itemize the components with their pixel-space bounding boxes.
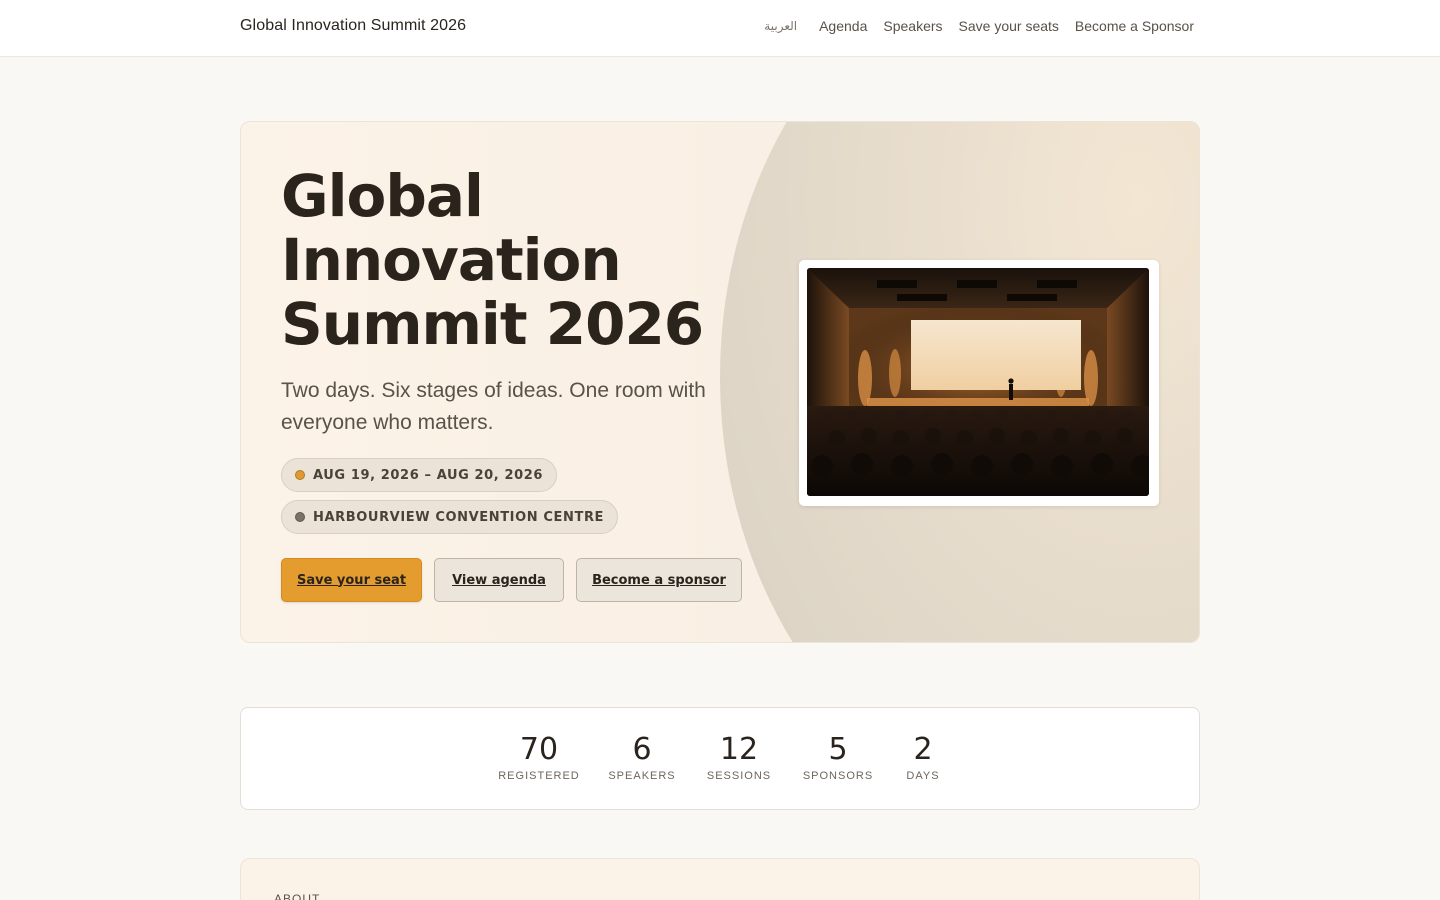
stat-registered: 70 REGISTERED: [498, 732, 580, 782]
language-switch-link[interactable]: العربية: [764, 19, 797, 33]
stat-label: REGISTERED: [498, 770, 580, 782]
about-label: ABOUT: [274, 892, 321, 900]
event-stats-card: 70 REGISTERED 6 SPEAKERS 12 SESSIONS 5 S…: [240, 707, 1200, 810]
stat-label: SPEAKERS: [608, 770, 676, 782]
about-section: ABOUT: [240, 858, 1200, 900]
hero-photo-frame: [799, 260, 1159, 506]
auditorium-stage-image: [807, 268, 1149, 496]
nav-link-save-seats[interactable]: Save your seats: [959, 18, 1059, 34]
site-brand[interactable]: Global Innovation Summit 2026: [240, 17, 466, 35]
event-date-pill: AUG 19, 2026 – AUG 20, 2026: [281, 458, 558, 492]
stat-value: 2: [913, 732, 933, 767]
stat-value: 70: [519, 732, 559, 767]
hero-card: Global Innovation Summit 2026 Two days. …: [240, 121, 1200, 643]
venue-dot-icon: [295, 512, 305, 522]
stat-label: SPONSORS: [802, 770, 874, 782]
stat-days: 2 DAYS: [906, 732, 939, 782]
nav-link-speakers[interactable]: Speakers: [883, 18, 942, 34]
view-agenda-button[interactable]: View agenda: [434, 558, 564, 602]
hero-subtitle: Two days. Six stages of ideas. One room …: [281, 379, 706, 434]
stat-value: 5: [828, 732, 848, 767]
nav-link-agenda[interactable]: Agenda: [819, 18, 867, 34]
date-dot-icon: [295, 470, 305, 480]
become-sponsor-button[interactable]: Become a sponsor: [576, 558, 742, 602]
stat-speakers: 6 SPEAKERS: [608, 732, 675, 782]
stat-value: 6: [632, 732, 652, 767]
save-seat-button[interactable]: Save your seat: [281, 558, 422, 602]
stat-sponsors: 5 SPONSORS: [803, 732, 873, 782]
stat-value: 12: [719, 732, 759, 767]
stat-sessions: 12 SESSIONS: [707, 732, 771, 782]
nav-link-sponsor[interactable]: Become a Sponsor: [1075, 18, 1194, 34]
event-venue-pill: HARBOURVIEW CONVENTION CENTRE: [281, 500, 619, 534]
top-nav-bar: Global Innovation Summit 2026 العربية Ag…: [0, 0, 1440, 57]
event-date-text: AUG 19, 2026 – AUG 20, 2026: [313, 467, 544, 483]
stat-label: DAYS: [906, 770, 940, 782]
hero-title: Global Innovation Summit 2026: [281, 162, 704, 358]
event-venue-text: HARBOURVIEW CONVENTION CENTRE: [313, 509, 605, 525]
stat-label: SESSIONS: [706, 770, 772, 782]
main-nav: العربية Agenda Speakers Save your seats …: [764, 18, 1194, 34]
